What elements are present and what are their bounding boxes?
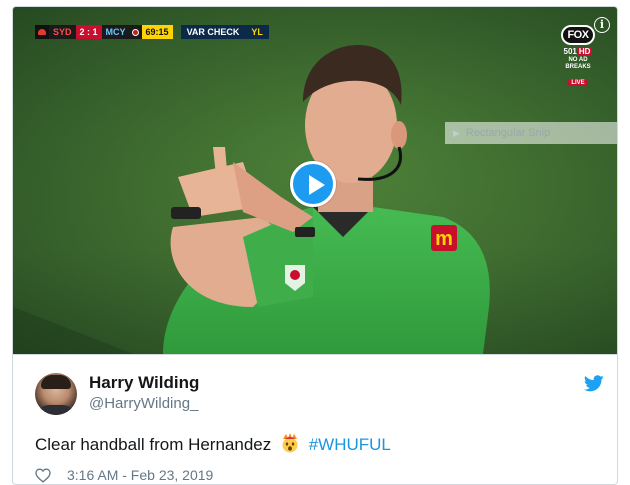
tweet-text-body: Clear handball from Hernandez — [35, 435, 272, 454]
match-clock: 69:15 — [141, 25, 173, 39]
play-button[interactable] — [290, 161, 336, 207]
author-handle[interactable]: @HarryWilding_ — [89, 395, 198, 412]
exploding-head-emoji-icon — [282, 433, 298, 453]
away-team-code: MCY — [101, 25, 130, 39]
away-team-logo-icon — [129, 25, 142, 39]
broadcaster-logo: FOX 501 HD NO AD BREAKS LIVE — [558, 25, 598, 86]
author-name[interactable]: Harry Wilding — [89, 373, 199, 393]
embedded-tweet-card[interactable]: m SYD 2 : 1 MCY 69:15 VAR CHECK YL FOX 5… — [12, 6, 618, 485]
var-check-label: VAR CHECK — [180, 25, 246, 39]
info-icon[interactable]: i — [594, 17, 610, 33]
avatar[interactable] — [35, 373, 77, 415]
live-badge: LIVE — [568, 80, 588, 86]
svg-text:m: m — [435, 228, 453, 250]
no-ad-breaks-label: NO AD BREAKS — [565, 57, 591, 70]
match-scorebar: SYD 2 : 1 MCY 69:15 VAR CHECK YL — [35, 25, 269, 39]
tweet-meta: 3:16 AM - Feb 23, 2019 — [35, 465, 213, 484]
snip-icon: ▶ — [453, 128, 460, 138]
match-score: 2 : 1 — [75, 25, 102, 39]
twitter-bird-icon[interactable] — [584, 375, 604, 392]
video-player[interactable]: m SYD 2 : 1 MCY 69:15 VAR CHECK YL FOX 5… — [13, 7, 617, 354]
tweet-body: Harry Wilding @HarryWilding_ Clear handb… — [13, 355, 617, 484]
var-check-tag: YL — [245, 25, 269, 39]
home-team-logo-icon — [35, 25, 49, 39]
tweet-timestamp-link[interactable]: 3:16 AM - Feb 23, 2019 — [67, 467, 213, 483]
channel-number: 501 HD — [563, 47, 593, 56]
home-team-code: SYD — [49, 25, 76, 39]
tweet-text: Clear handball from Hernandez #WHUFUL — [35, 433, 391, 455]
hashtag-link[interactable]: #WHUFUL — [309, 435, 391, 454]
rectangular-snip-overlay: ▶ Rectangular Snip — [445, 122, 617, 144]
rectangular-snip-label: Rectangular Snip — [465, 127, 551, 139]
fox-sports-logo-icon: FOX — [561, 25, 595, 45]
heart-icon[interactable] — [35, 467, 51, 483]
